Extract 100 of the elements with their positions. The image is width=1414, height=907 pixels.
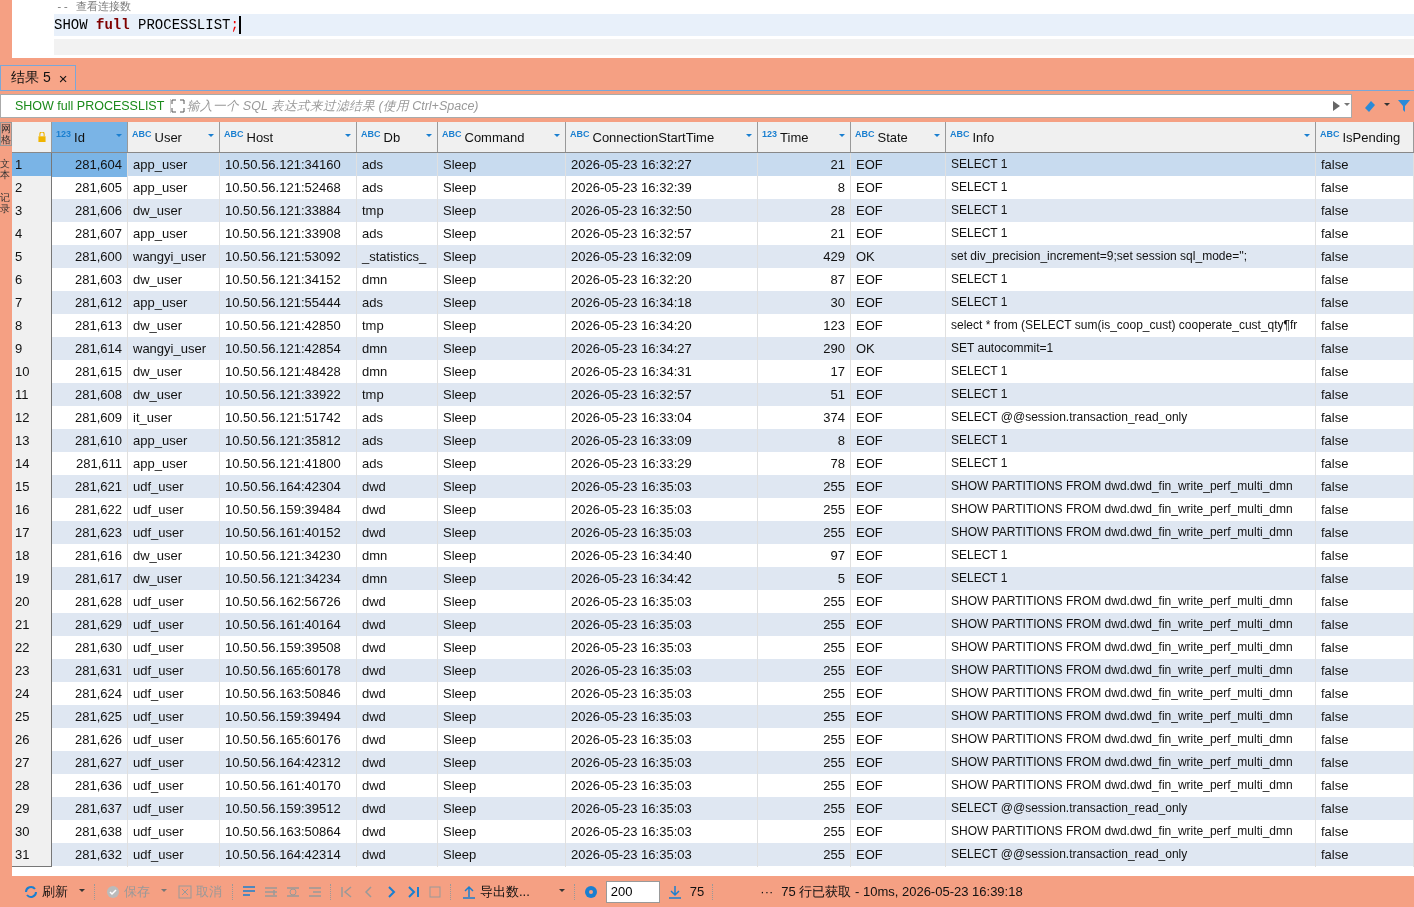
format-icon[interactable]	[242, 884, 256, 899]
more-icon[interactable]: ···	[760, 884, 774, 899]
row-number: 18	[12, 544, 52, 568]
row-number: 22	[12, 636, 52, 660]
table-row[interactable]: 1 281,604 app_user 10.50.56.121:34160 ads Sleep 2026-05-23 16:32:27 21 EOF SELECT 1 false	[12, 153, 1414, 176]
table-cell: 10.50.56.164:42314	[220, 843, 357, 867]
table-row[interactable]: 29 281,637 udf_user 10.50.56.159:39512 dwd Sleep 2026-05-23 16:35:03 255 EOF SELECT @@session.transaction_read_only false	[12, 797, 1414, 820]
table-row[interactable]: 16 281,622 udf_user 10.50.56.159:39484 dwd Sleep 2026-05-23 16:35:03 255 EOF SHOW PARTITIONS FROM dwd.dwd_fin_write_perf_multi_dmn false	[12, 498, 1414, 521]
table-row[interactable]: 31 281,632 udf_user 10.50.56.164:42314 dwd Sleep 2026-05-23 16:35:03 255 EOF SELECT @@session.transaction_read_only false	[12, 843, 1414, 866]
copy-row-icon[interactable]	[286, 884, 300, 899]
table-row[interactable]: 21 281,629 udf_user 10.50.56.161:40164 dwd Sleep 2026-05-23 16:35:03 255 EOF SHOW PARTITIONS FROM dwd.dwd_fin_write_perf_multi_dmn false	[12, 613, 1414, 636]
table-row[interactable]: 15 281,621 udf_user 10.50.56.164:42304 dwd Sleep 2026-05-23 16:35:03 255 EOF SHOW PARTITIONS FROM dwd.dwd_fin_write_perf_multi_dmn false	[12, 475, 1414, 498]
column-header[interactable]: User	[154, 129, 204, 145]
side-tab[interactable]: 文本	[0, 158, 10, 180]
add-row-icon[interactable]	[264, 884, 278, 899]
row-number: 9	[12, 337, 52, 361]
table-row[interactable]: 14 281,611 app_user 10.50.56.121:41800 ads Sleep 2026-05-23 16:33:29 78 EOF SELECT 1 false	[12, 452, 1414, 475]
type-tag: ABC	[950, 129, 970, 139]
column-header[interactable]: Db	[383, 129, 422, 145]
column-header[interactable]: Id	[74, 129, 112, 145]
table-row[interactable]: 25 281,625 udf_user 10.50.56.159:39494 dwd Sleep 2026-05-23 16:35:03 255 EOF SHOW PARTITIONS FROM dwd.dwd_fin_write_perf_multi_dmn false	[12, 705, 1414, 728]
expand-icon[interactable]	[171, 99, 186, 113]
table-row[interactable]: 7 281,612 app_user 10.50.56.121:55444 ads Sleep 2026-05-23 16:34:18 30 EOF SELECT 1 false	[12, 291, 1414, 314]
table-row[interactable]: 6 281,603 dw_user 10.50.56.121:34152 dmn Sleep 2026-05-23 16:32:20 87 EOF SELECT 1 false	[12, 268, 1414, 291]
code-comment: -- 查看连接数	[55, 0, 132, 14]
column-header[interactable]: Host	[246, 129, 341, 145]
filter-icon[interactable]	[1397, 99, 1411, 113]
sort-icon[interactable]	[553, 134, 561, 140]
row-number: 1	[12, 153, 52, 177]
column-header[interactable]: Info	[972, 129, 1300, 145]
sort-icon[interactable]	[745, 134, 753, 140]
side-tab[interactable]: 记录	[0, 192, 10, 214]
table-row[interactable]: 22 281,630 udf_user 10.50.56.159:39508 dwd Sleep 2026-05-23 16:35:03 255 EOF SHOW PARTITIONS FROM dwd.dwd_fin_write_perf_multi_dmn false	[12, 636, 1414, 659]
table-row[interactable]: 20 281,628 udf_user 10.50.56.162:56726 dwd Sleep 2026-05-23 16:35:03 255 EOF SHOW PARTITIONS FROM dwd.dwd_fin_write_perf_multi_dmn false	[12, 590, 1414, 613]
column-header[interactable]: Time	[780, 129, 835, 145]
result-tab[interactable]: 结果 5 ×	[0, 65, 77, 90]
sort-icon[interactable]	[1303, 134, 1311, 140]
caret-icon[interactable]	[1383, 103, 1391, 109]
close-icon	[178, 884, 192, 899]
table-cell: 2026-05-23 16:35:03	[566, 843, 758, 867]
dropdown-icon[interactable]	[1343, 103, 1351, 109]
refresh-button[interactable]: 刷新	[22, 882, 70, 901]
column-header[interactable]: IsPending	[1342, 129, 1409, 145]
sort-icon[interactable]	[344, 134, 352, 140]
table-row[interactable]: 13 281,610 app_user 10.50.56.121:35812 ads Sleep 2026-05-23 16:33:09 8 EOF SELECT 1 false	[12, 429, 1414, 452]
table-cell: 281,632	[52, 843, 128, 867]
refresh-icon	[24, 884, 38, 899]
table-row[interactable]: 9 281,614 wangyi_user 10.50.56.121:42854 dmn Sleep 2026-05-23 16:34:27 290 OK SET autocommit=1 false	[12, 337, 1414, 360]
table-row[interactable]: 18 281,616 dw_user 10.50.56.121:34230 dmn Sleep 2026-05-23 16:34:40 97 EOF SELECT 1 false	[12, 544, 1414, 567]
table-row[interactable]: 12 281,609 it_user 10.50.56.121:51742 ads Sleep 2026-05-23 16:33:04 374 EOF SELECT @@session.transaction_read_only false	[12, 406, 1414, 429]
row-number: 27	[12, 751, 52, 775]
table-row[interactable]: 27 281,627 udf_user 10.50.56.164:42312 dwd Sleep 2026-05-23 16:35:03 255 EOF SHOW PARTITIONS FROM dwd.dwd_fin_write_perf_multi_dmn false	[12, 751, 1414, 774]
table-row[interactable]: 2 281,605 app_user 10.50.56.121:52468 ads Sleep 2026-05-23 16:32:39 8 EOF SELECT 1 false	[12, 176, 1414, 199]
fetch-size-field[interactable]: 200	[605, 880, 660, 903]
table-cell: false	[1316, 843, 1414, 867]
table-row[interactable]: 19 281,617 dw_user 10.50.56.121:34234 dmn Sleep 2026-05-23 16:34:42 5 EOF SELECT 1 false	[12, 567, 1414, 590]
caret-icon[interactable]	[557, 888, 566, 895]
delete-row-icon[interactable]	[308, 884, 322, 899]
column-header[interactable]: ConnectionStartTime	[592, 129, 742, 145]
table-row[interactable]: 3 281,606 dw_user 10.50.56.121:33884 tmp Sleep 2026-05-23 16:32:50 28 EOF SELECT 1 false	[12, 199, 1414, 222]
sort-icon[interactable]	[425, 134, 433, 140]
table-row[interactable]: 24 281,624 udf_user 10.50.56.163:50846 dwd Sleep 2026-05-23 16:35:03 255 EOF SHOW PARTITIONS FROM dwd.dwd_fin_write_perf_multi_dmn false	[12, 682, 1414, 705]
sort-icon[interactable]	[115, 134, 123, 140]
sort-icon[interactable]	[933, 134, 941, 140]
table-row[interactable]: 30 281,638 udf_user 10.50.56.163:50864 dwd Sleep 2026-05-23 16:35:03 255 EOF SHOW PARTITIONS FROM dwd.dwd_fin_write_perf_multi_dmn false	[12, 820, 1414, 843]
first-page-icon[interactable]	[340, 884, 354, 899]
close-icon[interactable]: ×	[58, 69, 68, 87]
table-row[interactable]: 26 281,626 udf_user 10.50.56.165:60176 dwd Sleep 2026-05-23 16:35:03 255 EOF SHOW PARTITIONS FROM dwd.dwd_fin_write_perf_multi_dmn false	[12, 728, 1414, 751]
table-row[interactable]: 8 281,613 dw_user 10.50.56.121:42850 tmp Sleep 2026-05-23 16:34:20 123 EOF select * from (SELECT sum(is_coop_cust) cooperate_cust_qty¶fr false	[12, 314, 1414, 337]
side-tab[interactable]: 网格	[0, 122, 12, 146]
table-row[interactable]: 5 281,600 wangyi_user 10.50.56.121:53092 _statistics_ Sleep 2026-05-23 16:32:09 429 OK set div_precision_increment=9;set session sql_mode=''; false	[12, 245, 1414, 268]
type-tag: 123	[56, 129, 72, 139]
table-cell: 255	[758, 843, 851, 867]
sort-icon[interactable]	[838, 134, 846, 140]
column-header[interactable]: State	[877, 129, 930, 145]
column-header[interactable]: Command	[464, 129, 550, 145]
fetch-all-icon[interactable]	[667, 884, 682, 899]
text-cursor	[238, 16, 241, 34]
export-button[interactable]: 导出数...	[460, 882, 532, 901]
table-row[interactable]: 10 281,615 dw_user 10.50.56.121:48428 dmn Sleep 2026-05-23 16:34:31 17 EOF SELECT 1 false	[12, 360, 1414, 383]
settings-icon[interactable]	[583, 884, 598, 899]
caret-icon[interactable]	[78, 888, 86, 895]
fit-icon[interactable]	[428, 884, 442, 899]
last-page-icon[interactable]	[406, 884, 420, 899]
table-row[interactable]: 17 281,623 udf_user 10.50.56.161:40152 dwd Sleep 2026-05-23 16:35:03 255 EOF SHOW PARTITIONS FROM dwd.dwd_fin_write_perf_multi_dmn false	[12, 521, 1414, 544]
sort-icon[interactable]	[207, 134, 215, 140]
table-row[interactable]: 11 281,608 dw_user 10.50.56.121:33922 tmp Sleep 2026-05-23 16:32:57 51 EOF SELECT 1 false	[12, 383, 1414, 406]
eraser-icon[interactable]	[1363, 99, 1377, 113]
type-tag: ABC	[570, 129, 590, 139]
table-cell: SELECT @@session.transaction_read_only	[946, 843, 1316, 867]
row-number: 31	[12, 843, 52, 867]
type-tag: ABC	[1320, 129, 1340, 139]
row-number: 24	[12, 682, 52, 706]
table-row[interactable]: 28 281,636 udf_user 10.50.56.161:40170 dwd Sleep 2026-05-23 16:35:03 255 EOF SHOW PARTITIONS FROM dwd.dwd_fin_write_perf_multi_dmn false	[12, 774, 1414, 797]
table-row[interactable]: 4 281,607 app_user 10.50.56.121:33908 ads Sleep 2026-05-23 16:32:57 21 EOF SELECT 1 false	[12, 222, 1414, 245]
sql-code: SHOW full PROCESSLIST;	[54, 16, 239, 35]
row-number: 28	[12, 774, 52, 798]
row-number: 13	[12, 429, 52, 453]
table-row[interactable]: 23 281,631 udf_user 10.50.56.165:60178 dwd Sleep 2026-05-23 16:35:03 255 EOF SHOW PARTITIONS FROM dwd.dwd_fin_write_perf_multi_dmn false	[12, 659, 1414, 682]
upload-icon	[462, 884, 476, 899]
